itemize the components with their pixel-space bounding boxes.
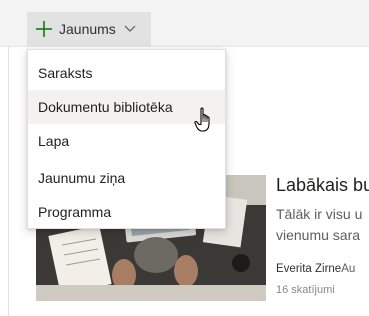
news-card-title[interactable]: Labākais bu [276,175,369,196]
news-card-description-line2: vienumu sara [276,227,361,243]
new-button[interactable]: Jaunums [27,12,151,46]
new-button-label: Jaunums [59,21,116,37]
author-suffix: Au [341,263,356,275]
menu-item-programma[interactable]: Programma [28,195,225,229]
command-bar: Jaunums [0,0,369,47]
author-name[interactable]: Everita Zirne [276,263,341,275]
news-card-author: Everita ZirneAu [276,263,355,275]
plus-icon [36,21,52,37]
news-card-views: 16 skatījumi [276,284,335,296]
news-card-description: Tālāk ir visu u vienumu sara [276,204,369,246]
hand-pointer-icon [194,107,210,132]
menu-item-jaunumu-zina[interactable]: Jaunumu ziņa [28,161,225,195]
new-dropdown-menu: Saraksts Dokumentu bibliotēka Lapa Jaunu… [27,49,226,229]
content-divider [8,46,9,316]
chevron-down-icon [124,25,136,32]
menu-item-saraksts[interactable]: Saraksts [28,56,225,90]
news-card-description-line1: Tālāk ir visu u [276,206,363,222]
